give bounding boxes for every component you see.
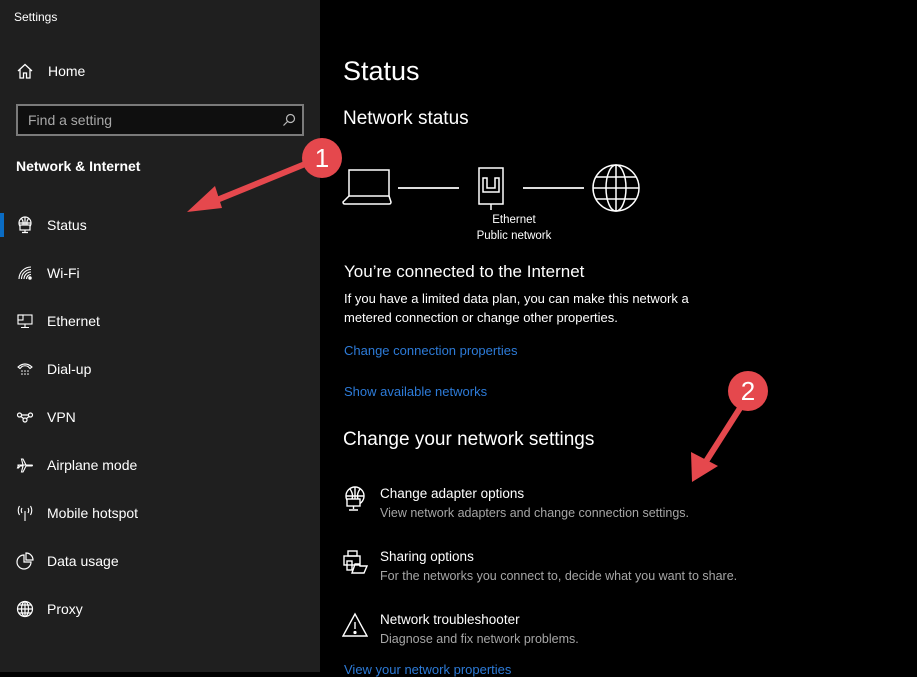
page-title: Status xyxy=(343,56,420,86)
sidebar-item-status[interactable]: Status xyxy=(0,201,320,249)
option-subtitle: Diagnose and fix network problems. xyxy=(380,632,579,646)
sidebar-nav: Status Wi-Fi Ethernet Dial-up VPN Airpla… xyxy=(0,201,320,633)
sidebar-item-dial-up[interactable]: Dial-up xyxy=(0,345,320,393)
adapter-globe-icon xyxy=(345,486,365,511)
sidebar-item-label: Data usage xyxy=(47,553,119,569)
sidebar-item-airplane-mode[interactable]: Airplane mode xyxy=(0,441,320,489)
sidebar: Settings Home Network & Internet Status … xyxy=(0,0,320,672)
annotation-badge-2: 2 xyxy=(728,371,768,411)
internet-globe-icon xyxy=(592,164,640,212)
sharing-icon xyxy=(343,550,368,574)
section-title: Network & Internet xyxy=(16,158,141,174)
network-troubleshooter[interactable]: Network troubleshooter Diagnose and fix … xyxy=(342,612,792,662)
sidebar-item-vpn[interactable]: VPN xyxy=(0,393,320,441)
search-box[interactable] xyxy=(16,104,304,136)
sharing-options[interactable]: Sharing options For the networks you con… xyxy=(342,549,792,599)
connected-description: If you have a limited data plan, you can… xyxy=(344,291,689,325)
search-input[interactable] xyxy=(18,106,268,134)
main-content: Status Network status Ethernet Public ne… xyxy=(320,0,917,677)
connection-type-label: Ethernet xyxy=(492,214,536,226)
sidebar-item-mobile-hotspot[interactable]: Mobile hotspot xyxy=(0,489,320,537)
sidebar-item-label: Dial-up xyxy=(47,361,92,377)
home-icon xyxy=(17,63,33,79)
vpn-icon xyxy=(16,412,34,423)
ethernet-port-icon xyxy=(478,167,504,210)
option-title: Sharing options xyxy=(380,549,474,564)
show-available-networks-link[interactable]: Show available networks xyxy=(344,384,487,399)
hotspot-icon xyxy=(17,505,33,521)
globe-monitor-icon xyxy=(18,216,32,234)
airplane-icon xyxy=(16,458,34,473)
globe-icon xyxy=(16,600,34,618)
connected-heading: You’re connected to the Internet xyxy=(344,262,585,281)
sidebar-item-label: Airplane mode xyxy=(47,457,138,473)
network-status-heading: Network status xyxy=(343,108,469,129)
change-settings-heading: Change your network settings xyxy=(343,429,595,450)
option-subtitle: For the networks you connect to, decide … xyxy=(380,569,738,583)
sidebar-item-label: Proxy xyxy=(47,601,83,617)
home-nav-item[interactable]: Home xyxy=(16,62,85,80)
warning-icon xyxy=(342,612,368,637)
app-title: Settings xyxy=(14,10,58,24)
laptop-icon xyxy=(342,169,392,205)
sidebar-item-label: Mobile hotspot xyxy=(47,505,139,521)
network-type-label: Public network xyxy=(476,230,552,242)
change-adapter-options[interactable]: Change adapter options View network adap… xyxy=(342,486,792,536)
annotation-badge-1: 1 xyxy=(302,138,342,178)
change-connection-properties-link[interactable]: Change connection properties xyxy=(344,343,517,358)
sidebar-item-label: VPN xyxy=(47,409,76,425)
sidebar-item-label: Wi-Fi xyxy=(47,265,80,281)
ethernet-icon xyxy=(17,314,33,329)
sidebar-item-proxy[interactable]: Proxy xyxy=(0,585,320,633)
home-label: Home xyxy=(48,63,86,79)
pie-chart-icon xyxy=(16,552,34,570)
network-diagram: Ethernet Public network xyxy=(342,164,672,254)
option-title: Network troubleshooter xyxy=(380,612,520,627)
search-icon[interactable] xyxy=(282,113,296,127)
view-network-properties-link[interactable]: View your network properties xyxy=(344,662,511,677)
sidebar-item-wifi[interactable]: Wi-Fi xyxy=(0,249,320,297)
option-title: Change adapter options xyxy=(380,486,525,501)
sidebar-item-label: Status xyxy=(47,217,87,233)
sidebar-item-ethernet[interactable]: Ethernet xyxy=(0,297,320,345)
option-subtitle: View network adapters and change connect… xyxy=(380,506,689,520)
sidebar-item-data-usage[interactable]: Data usage xyxy=(0,537,320,585)
wifi-icon xyxy=(18,266,32,280)
dial-up-phone-icon xyxy=(17,363,33,375)
sidebar-item-label: Ethernet xyxy=(47,313,100,329)
